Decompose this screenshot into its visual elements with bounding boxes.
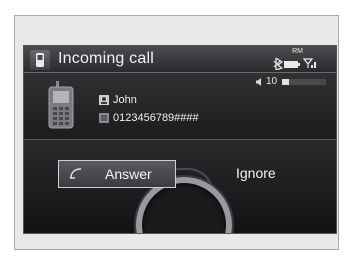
- roaming-label: RM: [292, 48, 303, 55]
- display-screen: Incoming call RM 10 John 0123456789#### …: [23, 45, 337, 234]
- phonebook-icon: [99, 113, 109, 123]
- call-controls: Answer Ignore: [24, 139, 336, 233]
- answer-button[interactable]: Answer: [58, 160, 176, 188]
- header-bar: Incoming call RM: [24, 46, 336, 73]
- volume-bar-fill: [282, 79, 289, 85]
- volume-indicator: 10: [256, 76, 330, 87]
- ignore-label: Ignore: [236, 165, 276, 181]
- caller-name: John: [113, 94, 137, 106]
- pickup-icon: [70, 168, 82, 179]
- ignore-button[interactable]: Ignore: [206, 160, 326, 188]
- speaker-icon: [256, 78, 261, 86]
- status-indicators: RM: [258, 48, 328, 70]
- battery-icon: [284, 61, 300, 68]
- phone-tab-icon: [30, 50, 50, 70]
- volume-bar: [282, 79, 326, 85]
- caller-number: 0123456789####: [113, 112, 199, 124]
- answer-label: Answer: [105, 166, 152, 182]
- bluetooth-icon: [273, 57, 284, 70]
- contact-icon: [99, 95, 109, 105]
- page-title: Incoming call: [58, 50, 154, 67]
- mobile-phone-icon: [48, 81, 74, 129]
- volume-level: 10: [266, 76, 278, 87]
- signal-icon: [302, 58, 316, 68]
